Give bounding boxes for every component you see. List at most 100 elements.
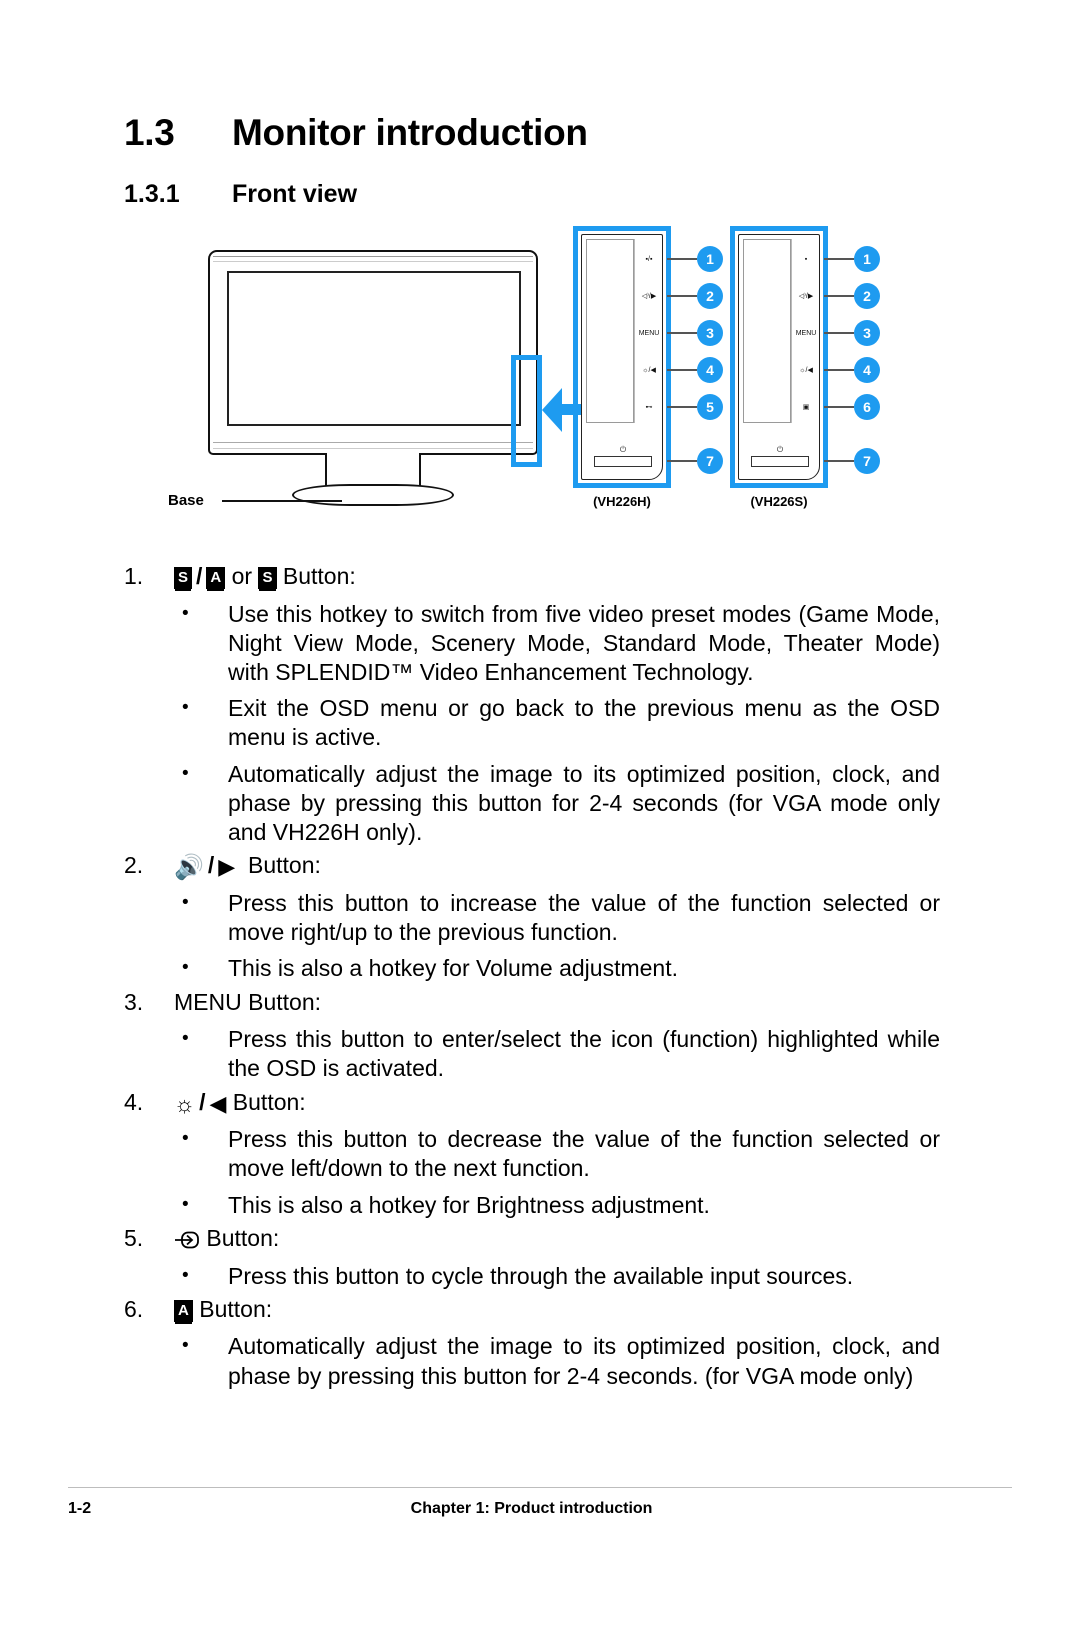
brightness-left-button[interactable]: ☼/◀ bbox=[789, 352, 823, 389]
arrow-left-icon: ◀ bbox=[209, 1090, 227, 1116]
callout-number: 2 bbox=[854, 283, 880, 309]
bullet-marker: • bbox=[182, 697, 189, 719]
bullet-marker: • bbox=[182, 1028, 189, 1050]
callout-number: 3 bbox=[854, 320, 880, 346]
bullet-marker: • bbox=[182, 1264, 189, 1286]
item-index: 3. bbox=[124, 988, 144, 1015]
button-word: Button: bbox=[206, 1224, 280, 1251]
list-item: 4. ☼ / ◀ Button: • Press this button to de… bbox=[0, 1086, 1080, 1220]
auto-adjust-icon: A bbox=[206, 567, 226, 591]
bullet-point: • Press this button to cycle through the… bbox=[0, 1262, 1080, 1291]
callout-marker: 1 bbox=[667, 246, 723, 272]
callout-number: 4 bbox=[854, 357, 880, 383]
subsection-label: Front view bbox=[232, 180, 358, 208]
bullet-point: • Exit the OSD menu or go back to the pr… bbox=[0, 694, 1080, 752]
bullet-marker: • bbox=[182, 891, 189, 913]
control-panel-highlight-box bbox=[511, 355, 542, 467]
bullet-text: Automatically adjust the image to its op… bbox=[228, 1333, 940, 1389]
callout-number: 7 bbox=[854, 448, 880, 474]
item-index: 4. bbox=[124, 1088, 144, 1115]
bullet-point: • This is also a hotkey for Brightness a… bbox=[0, 1191, 1080, 1220]
monitor-base bbox=[292, 484, 454, 506]
bullet-marker: • bbox=[182, 957, 189, 979]
bullet-text: This is also a hotkey for Volume adjustm… bbox=[228, 955, 678, 982]
base-label: Base bbox=[168, 492, 204, 509]
bullet-marker: • bbox=[182, 1335, 189, 1357]
bullet-text: Press this button to enter/select the ic… bbox=[228, 1026, 940, 1082]
brightness-left-button[interactable]: ☼/◀ bbox=[632, 352, 666, 389]
item-index: 2. bbox=[124, 852, 144, 879]
item-5-heading: 5. Button: bbox=[0, 1222, 1080, 1255]
bullet-text: Press this button to increase the value … bbox=[228, 889, 940, 946]
item-4-heading: 4. ☼ / ◀ Button: bbox=[0, 1086, 1080, 1119]
control-panel-art: ▪ ◁⁾/▶ MENU ☼/◀ ▣ ⏻ bbox=[738, 234, 820, 480]
auto-adjust-icon: A bbox=[174, 1299, 193, 1324]
bullet-point: • Automatically adjust the image to its … bbox=[0, 760, 1080, 848]
monitor-bezel bbox=[208, 250, 538, 455]
list-item: 5. Button: • Press this button to cycle … bbox=[0, 1222, 1080, 1291]
button-word: Button: bbox=[232, 1088, 306, 1115]
callout-marker: 3 bbox=[824, 320, 880, 346]
item-title: MENU Button: bbox=[174, 988, 321, 1015]
item-title: S / A or S Button: bbox=[174, 560, 1080, 593]
splendid-button[interactable]: ▪ bbox=[789, 241, 823, 278]
monitor-lower-lip bbox=[213, 442, 533, 449]
splendid-icon: S bbox=[258, 567, 277, 591]
detail-panel-vh226h: ▪/▪ ◁⁾/▶ MENU ☼/◀ ⊷ ⏻ (VH226H) bbox=[573, 226, 671, 509]
item-index: 5. bbox=[124, 1224, 144, 1251]
bullet-point: • Automatically adjust the image to its … bbox=[0, 1332, 1080, 1390]
bullet-text: Press this button to cycle through the a… bbox=[228, 1262, 854, 1289]
callout-marker: 6 bbox=[824, 394, 880, 420]
menu-button[interactable]: MENU bbox=[632, 315, 666, 352]
item-index: 1. bbox=[124, 563, 144, 589]
power-icon: ⏻ bbox=[619, 445, 627, 454]
menu-button[interactable]: MENU bbox=[789, 315, 823, 352]
bullet-text: Automatically adjust the image to its op… bbox=[228, 760, 940, 846]
callout-number: 3 bbox=[697, 320, 723, 346]
auto-adjust-button[interactable]: ▣ bbox=[789, 389, 823, 426]
splendid-auto-button[interactable]: ▪/▪ bbox=[632, 241, 666, 278]
volume-right-button[interactable]: ◁⁾/▶ bbox=[789, 278, 823, 315]
monitor-screen bbox=[227, 271, 521, 426]
callout-number: 4 bbox=[697, 357, 723, 383]
callout-number: 1 bbox=[697, 246, 723, 272]
callout-number: 1 bbox=[854, 246, 880, 272]
front-view-figure: ▪/▪ ◁⁾/▶ MENU ☼/◀ ⊷ ⏻ (VH226H) 1 2 3 4 5… bbox=[0, 222, 1080, 522]
slash-separator: / bbox=[207, 852, 215, 879]
bullet-point: • Use this hotkey to switch from five vi… bbox=[0, 600, 1080, 688]
detail-panel-vh226s: ▪ ◁⁾/▶ MENU ☼/◀ ▣ ⏻ (VH226S) bbox=[730, 226, 828, 509]
list-item: 1. S / A or S Button: • Use this hotkey to… bbox=[0, 560, 1080, 847]
bullet-text: This is also a hotkey for Brightness adj… bbox=[228, 1191, 710, 1218]
power-button[interactable]: ⏻ bbox=[594, 443, 652, 467]
page-number: 1-2 bbox=[68, 1500, 92, 1517]
page-title: 1.3 Monitor introduction bbox=[124, 112, 924, 154]
bullet-text: Press this button to decrease the value … bbox=[228, 1126, 940, 1182]
bullet-point: • Press this button to increase the valu… bbox=[0, 889, 1080, 947]
base-leader-line bbox=[222, 500, 342, 502]
callout-marker: 2 bbox=[824, 283, 880, 309]
or-word: or bbox=[231, 563, 253, 589]
power-icon: ⏻ bbox=[776, 445, 784, 454]
subsection-title: 1.3.1 Front view bbox=[124, 180, 924, 209]
bullet-marker: • bbox=[182, 602, 189, 624]
list-item: 6. A Button: • Automatically adjust the … bbox=[0, 1293, 1080, 1391]
input-source-button[interactable]: ⊷ bbox=[632, 389, 666, 426]
volume-right-button[interactable]: ◁⁾/▶ bbox=[632, 278, 666, 315]
callout-number: 2 bbox=[697, 283, 723, 309]
callout-number: 5 bbox=[697, 394, 723, 420]
item-index: 6. bbox=[124, 1295, 144, 1322]
button-word: Button: bbox=[247, 852, 321, 879]
power-button[interactable]: ⏻ bbox=[751, 443, 809, 467]
speaker-icon: 🔊 bbox=[174, 854, 204, 882]
item-3-heading: 3. MENU Button: bbox=[0, 986, 1080, 1019]
bullet-text: Use this hotkey to switch from five vide… bbox=[228, 600, 940, 686]
callout-marker: 1 bbox=[824, 246, 880, 272]
item-title: Button: bbox=[174, 1222, 1080, 1255]
item-6-heading: 6. A Button: bbox=[0, 1293, 1080, 1326]
list-item: 2. 🔊 / ▶ Button: • Press this button to in… bbox=[0, 849, 1080, 983]
callout-column-vh226s: 1 2 3 4 6 7 bbox=[824, 226, 880, 488]
item-title: 🔊 / ▶ Button: bbox=[174, 849, 1080, 882]
slash-separator: / bbox=[196, 563, 203, 589]
subsection-number: 1.3.1 bbox=[124, 180, 180, 208]
brightness-icon: ☼ bbox=[174, 1090, 196, 1117]
